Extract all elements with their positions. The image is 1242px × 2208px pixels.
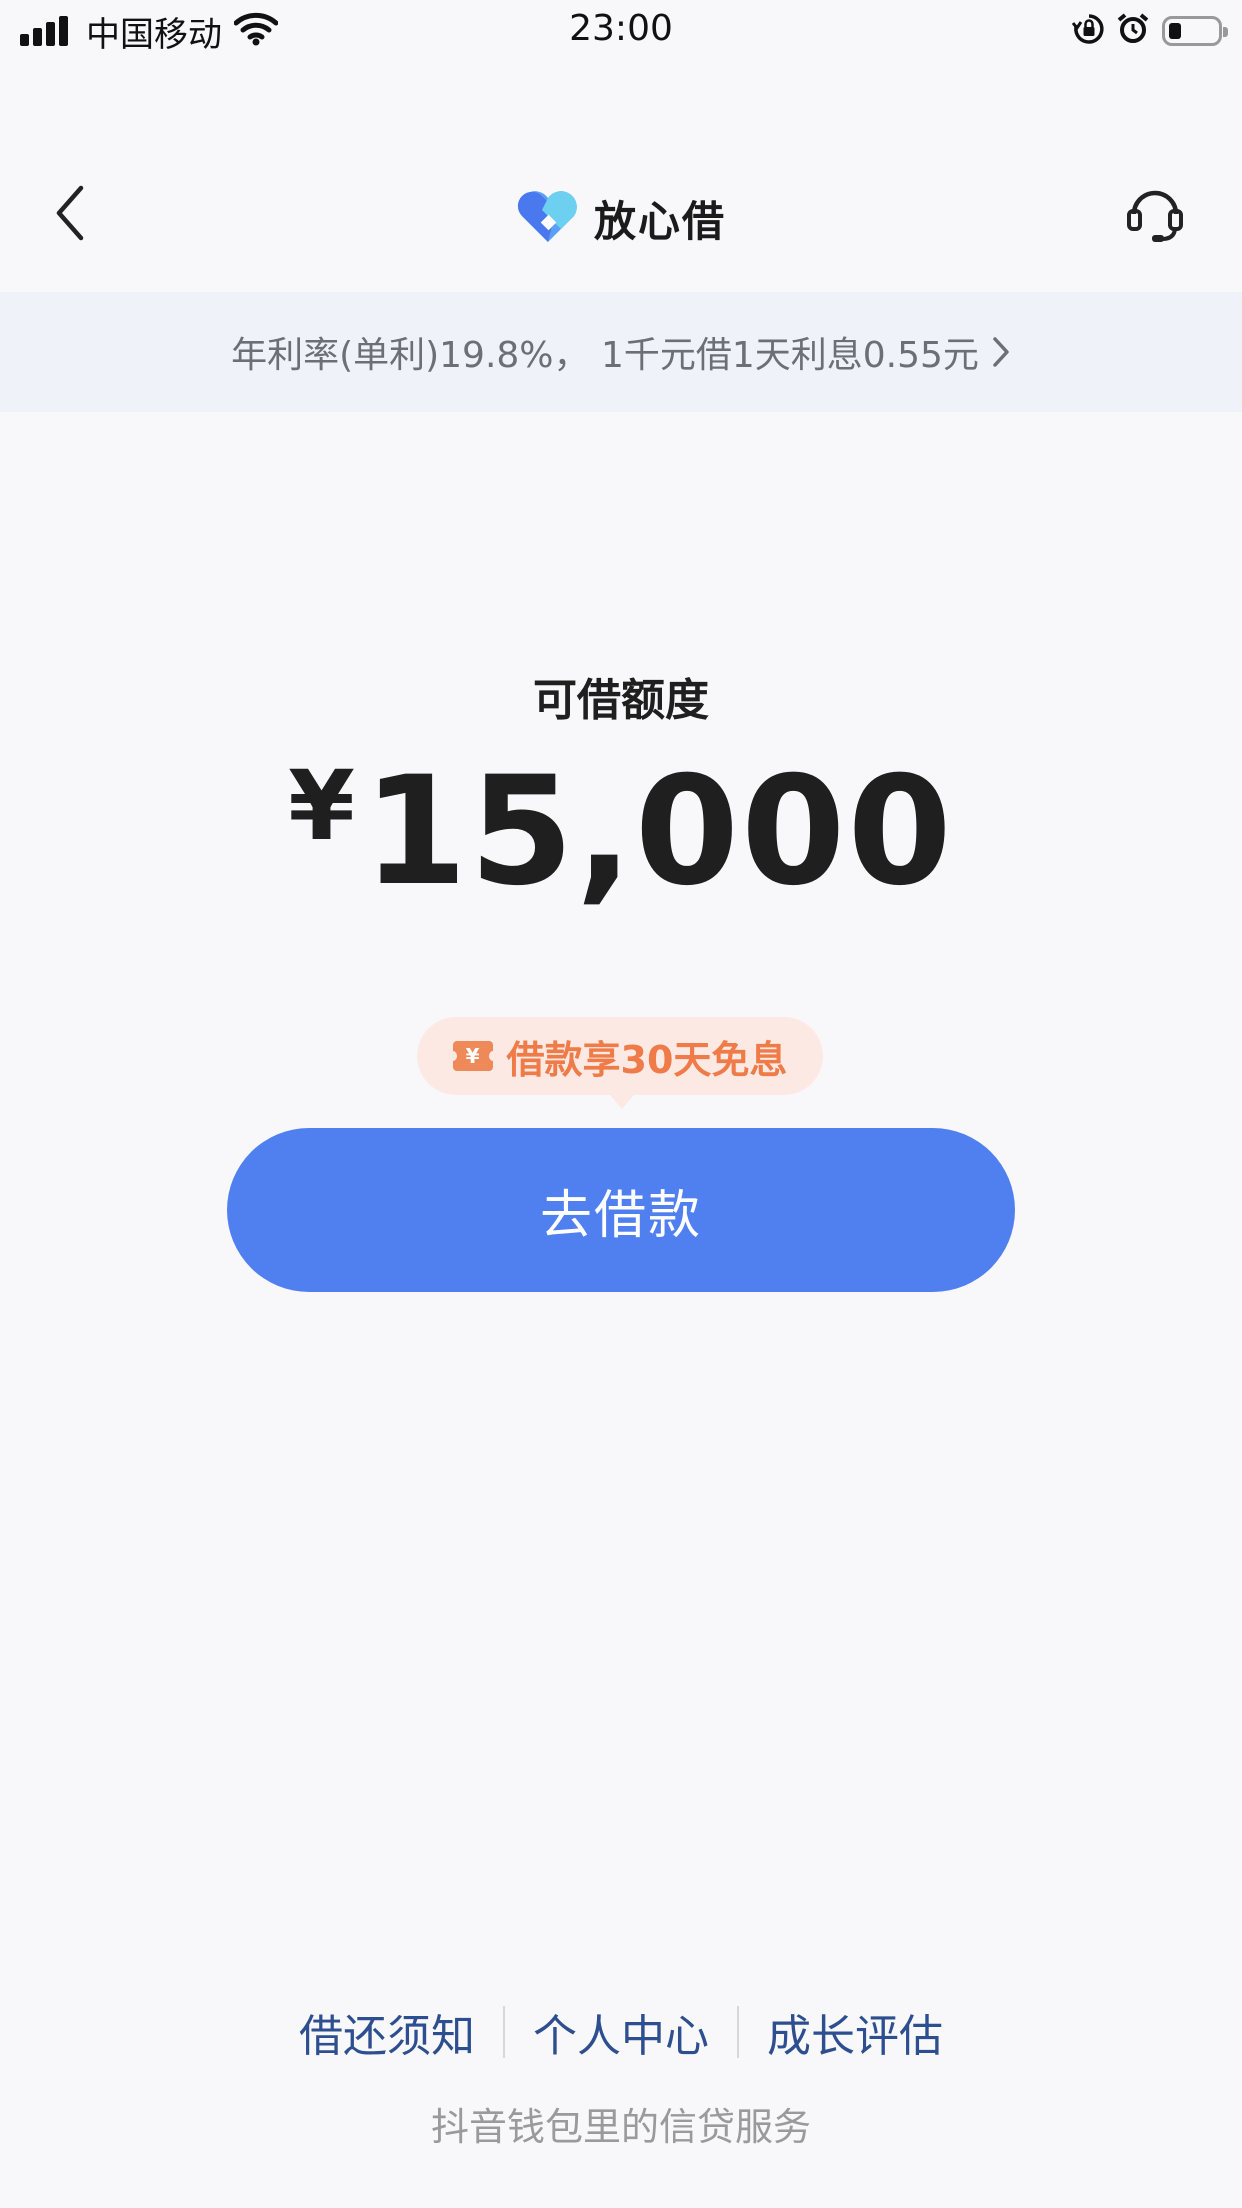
- interest-free-promo-tag: ¥ 借款享30天免息: [417, 1017, 823, 1109]
- credit-limit-label: 可借额度: [533, 675, 709, 726]
- alarm-icon: [1116, 12, 1150, 50]
- rate-text: 年利率(单利)19.8%， 1千元借1天利息0.55元: [231, 335, 979, 376]
- nav-bar: 放心借: [0, 160, 1242, 270]
- footer-note: 抖音钱包里的信贷服务: [430, 2105, 811, 2149]
- chevron-right-icon: [991, 335, 1011, 369]
- status-bar: 中国移动 23:00: [0, 0, 1242, 62]
- credit-limit-amount: ¥15,000: [0, 745, 1242, 919]
- footer-links: 借还须知 个人中心 成长评估: [0, 2000, 1242, 2064]
- battery-icon: [1162, 16, 1228, 46]
- coupon-icon: ¥: [448, 1041, 497, 1071]
- promo-text: 借款享30天免息: [506, 1037, 788, 1082]
- rate-banner[interactable]: 年利率(单利)19.8%， 1千元借1天利息0.55元: [0, 292, 1242, 412]
- borrow-button-label: 去借款: [539, 1185, 702, 1246]
- currency-symbol: ¥: [288, 750, 355, 862]
- page-title: 放心借: [593, 197, 726, 246]
- footer-link-borrow-repay-notice[interactable]: 借还须知: [271, 2000, 503, 2064]
- status-time: 23:00: [569, 8, 673, 49]
- page: 中国移动 23:00 放心借 年利率(单利)19.8%， 1千元借1天利息0.5…: [0, 0, 1242, 2208]
- coupon-symbol: ¥: [465, 1044, 480, 1068]
- footer-link-growth-assessment[interactable]: 成长评估: [739, 2000, 971, 2064]
- heart-logo-icon: [516, 190, 580, 248]
- footer-link-personal-center[interactable]: 个人中心: [505, 2000, 737, 2064]
- headset-icon: [1124, 182, 1186, 248]
- customer-service-button[interactable]: [1122, 182, 1188, 248]
- brand: 放心借: [0, 188, 1242, 249]
- rotation-lock-icon: [1071, 12, 1106, 50]
- amount-value: 15,000: [362, 745, 954, 919]
- borrow-button[interactable]: 去借款: [227, 1128, 1015, 1292]
- status-right: [1071, 8, 1228, 54]
